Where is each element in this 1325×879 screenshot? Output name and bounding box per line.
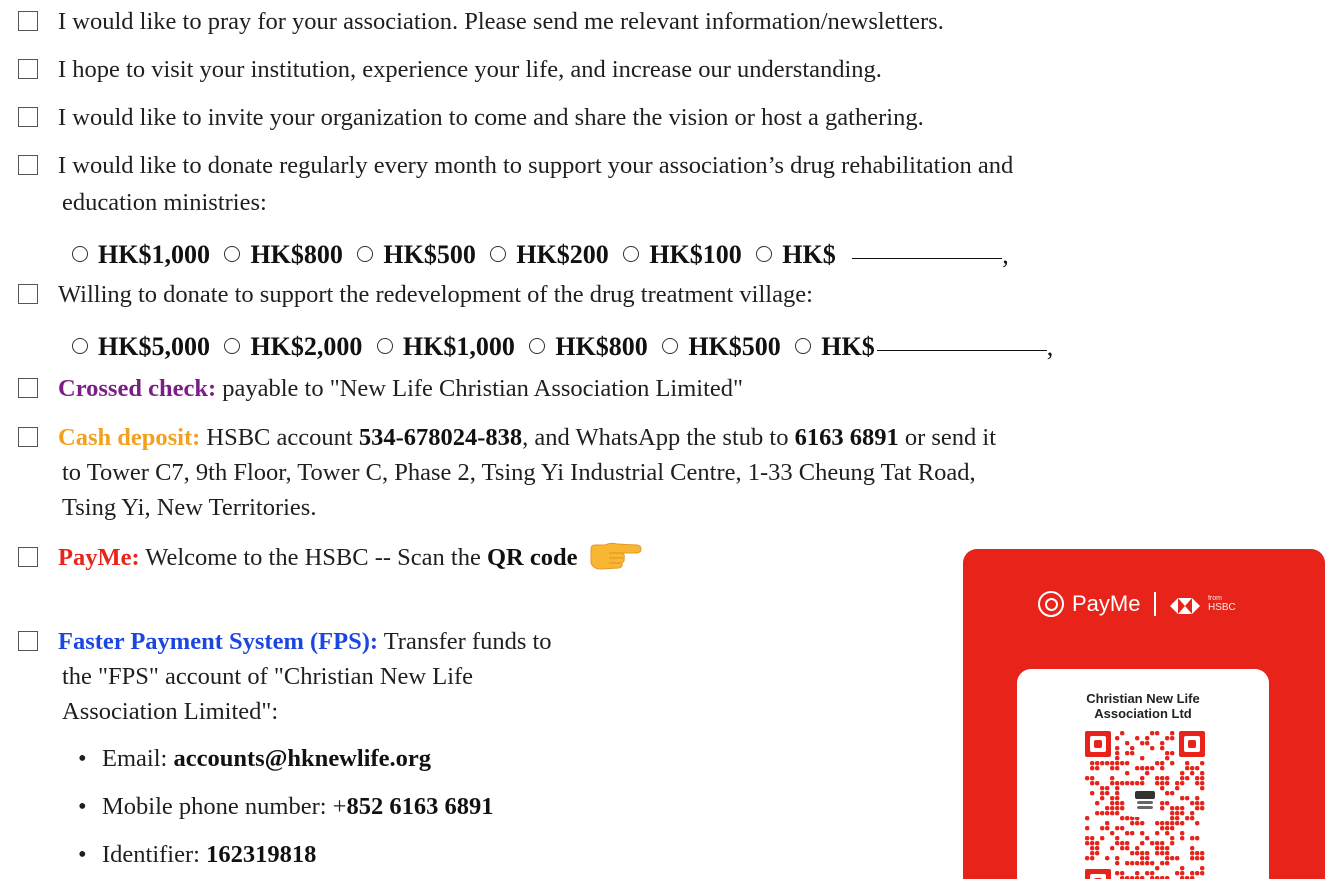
village-amount-5000[interactable]: HK$5,000 [98,332,210,361]
cheque-label: Crossed check: [58,375,217,402]
cash-whatsapp-number: 6163 6891 [794,424,899,451]
village-amount-options: HK$5,000 HK$2,000 HK$1,000 HK$800 HK$500… [72,330,1053,364]
payme-label: PayMe: [58,544,140,571]
cash-address-line-1: to Tower C7, 9th Floor, Tower C, Phase 2… [62,459,976,486]
checkbox-icon[interactable] [18,631,38,652]
qr-panel: Christian New Life Association Ltd [1017,669,1269,879]
qr-code[interactable] [1085,731,1205,879]
bullet-icon: • [78,841,87,868]
radio-icon[interactable] [72,246,88,263]
bullet-icon: • [78,793,87,820]
fps-email-value[interactable]: accounts@hknewlife.org [173,745,431,772]
payme-logo: PayMe from HSBC [1038,591,1236,617]
cash-text-3: or send it [898,424,997,451]
checkbox-icon[interactable] [18,378,38,399]
fps-label: Faster Payment System (FPS): [58,628,379,655]
checkbox-icon[interactable] [18,107,38,128]
payme-logo-icon [1038,591,1064,617]
payme-text: Welcome to the HSBC -- Scan the [139,544,487,571]
bullet-icon: • [78,745,87,772]
radio-icon[interactable] [623,246,640,263]
option-village: Willing to donate to support the redevel… [18,278,813,312]
monthly-amount-custom[interactable]: HK$ [782,240,835,269]
hsbc-logo-icon [1169,595,1200,614]
radio-icon[interactable] [490,246,507,263]
checkbox-icon[interactable] [18,155,38,176]
checkbox-icon[interactable] [18,427,38,448]
option-visit: I hope to visit your institution, experi… [18,53,882,87]
monthly-amount-800[interactable]: HK$800 [250,240,342,269]
village-amount-800[interactable]: HK$800 [555,332,647,361]
payment-cash: Cash deposit: HSBC account 534-678024-83… [18,421,996,455]
checkbox-icon[interactable] [18,11,38,32]
trailing-comma: , [1002,240,1009,269]
pointing-hand-icon [587,539,643,573]
village-amount-500[interactable]: HK$500 [688,332,780,361]
monthly-amount-100[interactable]: HK$100 [649,240,741,269]
cash-account-number: 534-678024-838 [358,424,523,451]
option-invite: I would like to invite your organization… [18,101,924,135]
cash-address-line-2: Tsing Yi, New Territories. [62,494,317,521]
fps-text: Transfer funds to [378,628,552,655]
cheque-text: payable to "New Life Christian Associati… [216,375,744,402]
payment-fps: Faster Payment System (FPS): Transfer fu… [18,625,552,659]
option-village-label: Willing to donate to support the redevel… [58,281,813,308]
fps-bullet-email: • Email: accounts@hknewlife.org [78,742,431,776]
option-pray-label: I would like to pray for your associatio… [58,8,944,35]
fps-email-label: Email: [102,745,174,772]
monthly-amount-options: HK$1,000 HK$800 HK$500 HK$200 HK$100 HK$… [72,238,1009,272]
option-monthly: I would like to donate regularly every m… [18,149,1013,183]
payment-cheque: Crossed check: payable to "New Life Chri… [18,372,743,406]
checkbox-icon[interactable] [18,59,38,80]
village-amount-2000[interactable]: HK$2,000 [250,332,362,361]
fps-identifier-label: Identifier: [102,841,207,868]
payme-brand-text: PayMe [1072,591,1141,616]
fps-text-line-2: the "FPS" account of "Christian New Life [62,663,474,690]
radio-icon[interactable] [529,338,546,355]
logo-divider [1154,592,1156,616]
monthly-amount-blank[interactable] [852,258,1003,259]
radio-icon[interactable] [224,338,241,355]
payme-qr-text: QR code [486,544,578,571]
fps-bullet-phone: • Mobile phone number: +852 6163 6891 [78,790,494,824]
radio-icon[interactable] [795,338,812,355]
radio-icon[interactable] [224,246,241,263]
payme-qr-card: PayMe from HSBC Christian New Life Associ… [963,549,1325,879]
radio-icon[interactable] [662,338,679,355]
radio-icon[interactable] [357,246,374,263]
village-amount-blank[interactable] [876,350,1047,351]
checkbox-icon[interactable] [18,284,38,305]
monthly-amount-200[interactable]: HK$200 [516,240,608,269]
radio-icon[interactable] [376,338,393,355]
option-invite-label: I would like to invite your organization… [58,104,924,131]
cash-text-1: HSBC account [200,424,359,451]
option-pray: I would like to pray for your associatio… [18,5,944,39]
fps-phone-label: Mobile phone number: + [102,793,347,820]
monthly-amount-500[interactable]: HK$500 [383,240,475,269]
payment-payme: PayMe: Welcome to the HSBC -- Scan the Q… [18,541,643,576]
village-amount-1000[interactable]: HK$1,000 [403,332,515,361]
fps-identifier-value: 162319818 [206,841,317,868]
fps-text-line-3: Association Limited": [62,698,279,725]
checkbox-icon[interactable] [18,547,38,568]
monthly-amount-1000[interactable]: HK$1,000 [98,240,210,269]
radio-icon[interactable] [756,246,773,263]
radio-icon[interactable] [72,338,88,355]
hsbc-wordmark: from HSBC [1207,595,1236,613]
fps-bullet-identifier: • Identifier: 162319818 [78,838,316,872]
option-visit-label: I hope to visit your institution, experi… [58,56,882,83]
cash-text-2: , and WhatsApp the stub to [522,424,795,451]
cash-label: Cash deposit: [58,424,201,451]
option-monthly-label: I would like to donate regularly every m… [58,152,1014,179]
village-amount-custom[interactable]: HK$ [821,332,874,361]
option-monthly-label-cont: education ministries: [62,189,267,216]
trailing-comma: , [1046,332,1054,361]
qr-org-name: Christian New Life Association Ltd [1086,691,1200,721]
fps-phone-value: 852 6163 6891 [346,793,494,820]
